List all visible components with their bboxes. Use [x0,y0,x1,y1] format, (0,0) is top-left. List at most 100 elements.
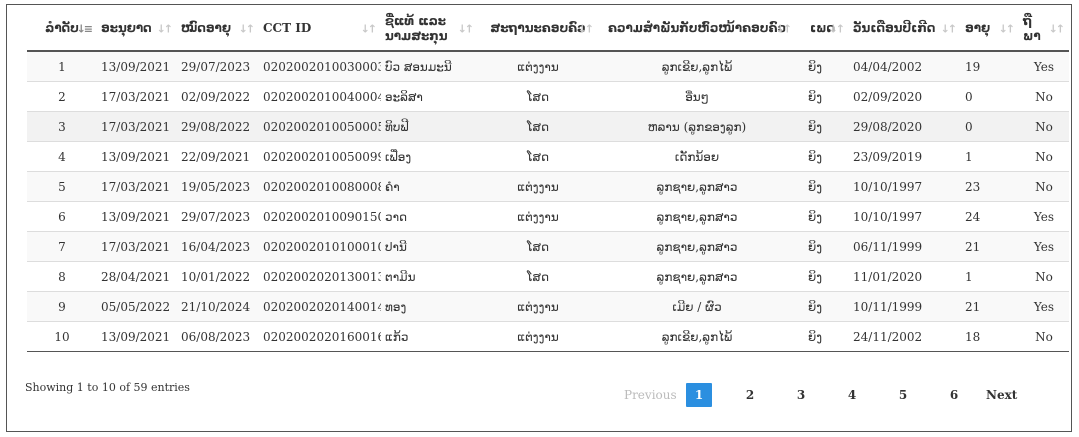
table-cell: ຍິງ [796,201,849,232]
table-cell: No [1019,321,1069,352]
cct-id-link[interactable]: 020200201010001005 [259,231,381,262]
table-cell: ໂສດ [478,81,598,112]
table-cell: No [1019,81,1069,112]
cct-id-link[interactable]: 020200202013001309 [259,261,381,292]
table-cell: ໂສດ [478,111,598,142]
table-cell: 16/04/2023 [177,231,259,262]
table-cell: 22/09/2021 [177,141,259,172]
table-cell: ເຟື່ອງ [381,141,478,172]
column-header-6[interactable]: ຄວາມສຳພັນກັບຫົວໜ້າຄອບຄົວ ↓↑ [598,7,796,52]
table-cell: ຍິງ [796,231,849,262]
table-cell: ຍິງ [796,171,849,202]
entries-table: ລຳດັບ ↓≡ ອະນຸຍາດ ↓↑ ໝົດອາຍຸ ↓↑ CCT ID ↓↑ ຊື່ແທ້ … [27,7,1069,352]
column-header-2[interactable]: ໝົດອາຍຸ ↓↑ [177,7,259,52]
table-cell: ລູກຊາຍ,ລູກສາວ [598,261,796,292]
table-cell: 06/08/2023 [177,321,259,352]
column-header-label: ຄວາມສຳພັນກັບຫົວໜ້າຄອບຄົວ [607,21,787,35]
page-button-6[interactable]: 6 [941,383,967,407]
table-cell: 06/11/1999 [849,231,961,262]
table-cell: Yes [1019,231,1069,262]
cct-id-link[interactable]: 020200202016001607 [259,321,381,352]
table-row[interactable]: 828/04/202110/01/2022020200202013001309ຕ… [27,261,1069,292]
table-cell: 13/09/2021 [97,141,177,172]
table-cell: 02/09/2020 [849,81,961,112]
table-cell: ອື່ນໆ [598,81,796,112]
page-button-2[interactable]: 2 [737,383,763,407]
column-header-4[interactable]: ຊື່ແທ້ ແລະ ນາມສະກຸນ ↓↑ [381,7,478,52]
table-cell: ແຕ່ງງານ [478,51,598,82]
table-cell: 24 [961,201,1019,232]
table-cell: 29/08/2020 [849,111,961,142]
table-row[interactable]: 217/03/202102/09/2022020200201004000406ອ… [27,81,1069,112]
table-cell: 1 [27,51,97,82]
table-cell: ແຕ່ງງານ [478,201,598,232]
table-cell: ອະລິສາ [381,81,478,112]
table-cell: 1 [961,141,1019,172]
table-cell: ໂສດ [478,141,598,172]
table-row[interactable]: 517/03/202119/05/2023020200201008000803ຄ… [27,171,1069,202]
cct-id-link[interactable]: 020200201008000803 [259,171,381,202]
column-header-label: CCT ID [263,21,312,35]
table-row[interactable]: 717/03/202116/04/2023020200201010001005ປ… [27,231,1069,262]
sort-both-icon: ↓↑ [156,22,174,35]
cct-id-link[interactable]: 020200201003000308 [259,51,381,82]
table-cell: 29/08/2022 [177,111,259,142]
table-cell: 05/05/2022 [97,291,177,322]
table-cell: ລູກຊາຍ,ລູກສາວ [598,171,796,202]
cct-id-link[interactable]: 020200201005009907 [259,141,381,172]
table-cell: ຍິງ [796,81,849,112]
pagination: Previous 1 2 3 4 5 6 Next [607,383,1037,407]
table-cell: ຍິງ [796,261,849,292]
table-cell: 7 [27,231,97,262]
table-cell: 2 [27,81,97,112]
cct-id-link[interactable]: 020200201009015002 [259,201,381,232]
column-header-label: ວັນເດືອນປີເກີດ [853,21,936,35]
table-row[interactable]: 613/09/202129/07/2023020200201009015002ວ… [27,201,1069,232]
sort-both-icon: ↓↑ [360,22,378,35]
sort-asc-icon: ↓≡ [76,22,94,35]
table-cell: ຍິງ [796,141,849,172]
table-cell: ຍິງ [796,321,849,352]
column-header-1[interactable]: ອະນຸຍາດ ↓↑ [97,7,177,52]
column-header-8[interactable]: ວັນເດືອນປີເກີດ ↓↑ [849,7,961,52]
table-cell: Yes [1019,291,1069,322]
table-cell: 18 [961,321,1019,352]
table-cell: 0 [961,81,1019,112]
table-row[interactable]: 413/09/202122/09/2021020200201005009907ເ… [27,141,1069,172]
page-button-3[interactable]: 3 [788,383,814,407]
cct-id-link[interactable]: 020200201004000406 [259,81,381,112]
page-button-5[interactable]: 5 [890,383,916,407]
table-row[interactable]: 113/09/202129/07/2023020200201003000308ບ… [27,51,1069,82]
table-cell: ຍິງ [796,111,849,142]
column-header-3[interactable]: CCT ID ↓↑ [259,7,381,52]
table-cell: ຄຳ [381,171,478,202]
table-cell: 19 [961,51,1019,82]
entries-info: Showing 1 to 10 of 59 entries [25,381,190,394]
page-button-1[interactable]: 1 [686,383,712,407]
column-header-9[interactable]: ອາຍຸ ↓↑ [961,7,1019,52]
table-cell: 17/03/2021 [97,171,177,202]
table-cell: ຕາມີນ [381,261,478,292]
cct-id-link[interactable]: 020200202014001405 [259,291,381,322]
cct-id-link[interactable]: 020200201005000509 [259,111,381,142]
table-cell: ຍິງ [796,51,849,82]
sort-both-icon: ↓↑ [238,22,256,35]
table-row[interactable]: 317/03/202129/08/2022020200201005000509ທ… [27,111,1069,142]
sort-both-icon: ↓↑ [457,22,475,35]
table-row[interactable]: 1013/09/202106/08/2023020200202016001607… [27,321,1069,352]
table-cell: ໂສດ [478,231,598,262]
table-cell: 8 [27,261,97,292]
column-header-5[interactable]: ສະຖານະຄອບຄົວ ↓↑ [478,7,598,52]
page-button-4[interactable]: 4 [839,383,865,407]
previous-page-button[interactable]: Previous [624,383,677,407]
column-header-7[interactable]: ເພດ ↓↑ [796,7,849,52]
table-cell: ຫລານ (ລູກຂອງລູກ) [598,111,796,142]
next-page-button[interactable]: Next [986,383,1017,407]
table-cell: 17/03/2021 [97,111,177,142]
table-row[interactable]: 905/05/202221/10/2024020200202014001405ທ… [27,291,1069,322]
column-header-10[interactable]: ຖືພາ ↓↑ [1019,7,1069,52]
table-cell: ເມີຍ / ຜົວ [598,291,796,322]
table-cell: ລູກຊາຍ,ລູກສາວ [598,201,796,232]
column-header-0[interactable]: ລຳດັບ ↓≡ [27,7,97,52]
data-table-panel: ລຳດັບ ↓≡ ອະນຸຍາດ ↓↑ ໝົດອາຍຸ ↓↑ CCT ID ↓↑ ຊື່ແທ້ … [6,4,1072,432]
